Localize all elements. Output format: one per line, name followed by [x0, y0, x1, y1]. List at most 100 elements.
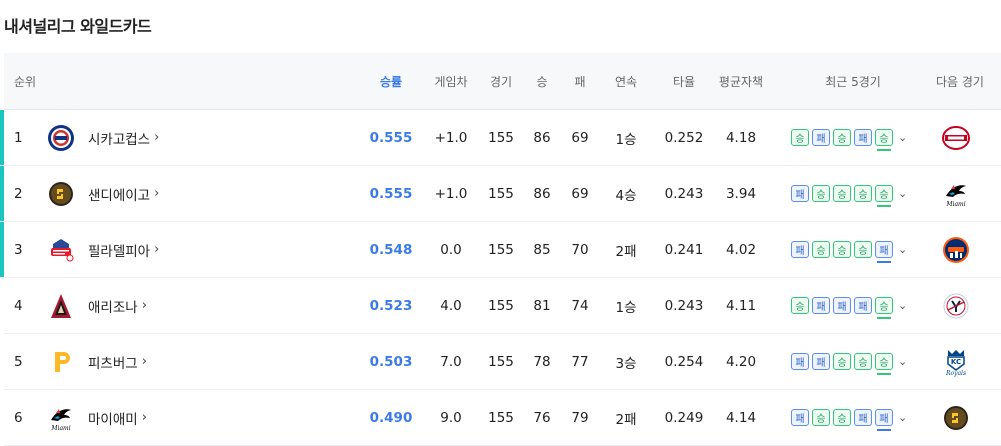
col-streak[interactable]: 연속 [604, 73, 648, 90]
gb-cell: +1.0 [434, 129, 468, 146]
col-gb[interactable]: 게임차 [426, 73, 476, 90]
table-row[interactable]: 3 필라델피아 › 0.548 0.0 155 85 70 2패 0.241 4.02 패 승 승 승 패 ⌄ [0, 222, 1001, 278]
svg-text:Royals: Royals [945, 370, 966, 377]
result-win-badge[interactable]: 승 [812, 241, 830, 258]
games-cell: 155 [488, 297, 514, 314]
result-loss-badge[interactable]: 패 [791, 185, 809, 202]
result-loss-badge[interactable]: 패 [854, 297, 872, 314]
result-win-badge[interactable]: 승 [854, 241, 872, 258]
page-title: 내셔널리그 와일드카드 [4, 17, 152, 36]
avg-cell: 0.254 [664, 353, 704, 370]
diamondbacks-logo-icon[interactable] [46, 291, 76, 321]
last5-results: 승 패 패 패 승 ⌄ [791, 297, 907, 319]
chevron-right-icon: › [154, 186, 160, 201]
padres-logo-icon[interactable] [46, 179, 76, 209]
table-header: 순위 승률 게임차 경기 승 패 연속 타율 평균자책 최근 5경기 다음 경기 [4, 53, 1001, 110]
result-loss-badge[interactable]: 패 [791, 409, 809, 426]
col-avg[interactable]: 타율 [654, 73, 714, 90]
result-loss-badge[interactable]: 패 [791, 241, 809, 258]
last5-results: 패 승 승 패 패 ⌄ [791, 409, 907, 431]
reds-logo-icon[interactable] [941, 123, 971, 153]
marlins-logo-icon[interactable]: Miami [941, 179, 971, 209]
pct-cell: 0.555 [369, 185, 413, 202]
chevron-down-icon[interactable]: ⌄ [898, 243, 907, 256]
result-win-badge[interactable]: 승 [812, 185, 830, 202]
last5-results: 승 패 승 패 승 ⌄ [791, 129, 907, 151]
last5-results: 패 승 승 승 승 ⌄ [791, 185, 907, 207]
result-win-badge[interactable]: 승 [833, 409, 851, 426]
chevron-down-icon[interactable]: ⌄ [898, 187, 907, 200]
era-cell: 4.02 [725, 241, 757, 258]
yankees-logo-icon[interactable] [941, 291, 971, 321]
table-row[interactable]: 6 Miami 마이애미 › 0.490 9.0 155 76 79 2패 0.249 4.14 패 승 승… [4, 390, 1001, 446]
result-win-badge[interactable]: 승 [875, 129, 893, 151]
svg-text:KC: KC [951, 358, 961, 366]
rank-cell: 1 [14, 129, 23, 146]
team-link[interactable]: 마이애미 › [88, 408, 147, 428]
result-loss-badge[interactable]: 패 [791, 353, 809, 370]
result-win-badge[interactable]: 승 [875, 185, 893, 207]
rank-cell: 6 [14, 409, 23, 426]
standings-table: 순위 승률 게임차 경기 승 패 연속 타율 평균자책 최근 5경기 다음 경기… [0, 53, 1001, 446]
table-row[interactable]: 4 애리조나 › 0.523 4.0 155 81 74 1승 0.243 4.11 승 패 패 패 승 ⌄ [4, 278, 1001, 334]
result-loss-badge[interactable]: 패 [854, 129, 872, 146]
team-name: 샌디에이고 [88, 187, 151, 204]
col-era[interactable]: 평균자책 [711, 73, 771, 90]
streak-cell: 2패 [615, 411, 637, 428]
pirates-logo-icon[interactable] [46, 347, 76, 377]
mets-logo-icon[interactable] [941, 235, 971, 265]
col-rank: 순위 [14, 74, 37, 89]
result-loss-badge[interactable]: 패 [812, 129, 830, 146]
chevron-down-icon[interactable]: ⌄ [898, 411, 907, 424]
era-cell: 4.14 [725, 409, 757, 426]
result-win-badge[interactable]: 승 [833, 185, 851, 202]
chevron-down-icon[interactable]: ⌄ [898, 299, 907, 312]
result-win-badge[interactable]: 승 [833, 353, 851, 370]
col-next: 다음 경기 [936, 74, 984, 89]
team-link[interactable]: 애리조나 › [88, 296, 147, 316]
col-wins[interactable]: 승 [522, 73, 562, 90]
svg-text:Miami: Miami [945, 201, 965, 208]
gb-cell: 4.0 [440, 297, 462, 314]
result-loss-badge[interactable]: 패 [812, 297, 830, 314]
chevron-down-icon[interactable]: ⌄ [898, 131, 907, 144]
cubs-logo-icon[interactable] [46, 123, 76, 153]
result-win-badge[interactable]: 승 [833, 241, 851, 258]
team-link[interactable]: 시카고컵스 › [88, 128, 159, 148]
result-win-badge[interactable]: 승 [791, 129, 809, 146]
result-win-badge[interactable]: 승 [812, 409, 830, 426]
col-pct[interactable]: 승률 [359, 73, 423, 90]
avg-cell: 0.252 [664, 129, 704, 146]
table-row[interactable]: 2 샌디에이고 › 0.555 +1.0 155 86 69 4승 0.243 3.94 패 승 승 승 승 ⌄… [0, 166, 1001, 222]
team-name: 피츠버그 [88, 355, 138, 372]
chevron-down-icon[interactable]: ⌄ [898, 355, 907, 368]
result-loss-badge[interactable]: 패 [854, 409, 872, 426]
team-link[interactable]: 샌디에이고 › [88, 184, 159, 204]
col-games[interactable]: 경기 [481, 73, 521, 90]
chevron-right-icon: › [154, 130, 160, 145]
result-win-badge[interactable]: 승 [854, 353, 872, 370]
table-row[interactable]: 5 피츠버그 › 0.503 7.0 155 78 77 3승 0.254 4.20 패 패 승 승 승 ⌄ KC… [4, 334, 1001, 390]
col-losses[interactable]: 패 [560, 73, 600, 90]
marlins-logo-icon[interactable]: Miami [46, 403, 76, 433]
result-win-badge[interactable]: 승 [875, 353, 893, 375]
result-win-badge[interactable]: 승 [875, 297, 893, 319]
table-row[interactable]: 1 시카고컵스 › 0.555 +1.0 155 86 69 1승 0.252 4.18 승 패 승 패 승 ⌄ [0, 110, 1001, 166]
result-loss-badge[interactable]: 패 [875, 409, 893, 431]
games-cell: 155 [488, 185, 514, 202]
result-loss-badge[interactable]: 패 [875, 241, 893, 263]
result-win-badge[interactable]: 승 [854, 185, 872, 202]
team-link[interactable]: 피츠버그 › [88, 352, 147, 372]
result-win-badge[interactable]: 승 [791, 297, 809, 314]
padres-logo-icon[interactable] [941, 403, 971, 433]
wins-cell: 86 [533, 129, 551, 146]
team-link[interactable]: 필라델피아 › [88, 240, 159, 260]
result-loss-badge[interactable]: 패 [812, 353, 830, 370]
streak-cell: 1승 [615, 131, 637, 148]
phillies-logo-icon[interactable] [46, 235, 76, 265]
result-win-badge[interactable]: 승 [833, 129, 851, 146]
result-loss-badge[interactable]: 패 [833, 297, 851, 314]
col-last5: 최근 5경기 [825, 74, 881, 89]
royals-logo-icon[interactable]: KC Royals [941, 347, 971, 377]
era-cell: 3.94 [725, 185, 757, 202]
